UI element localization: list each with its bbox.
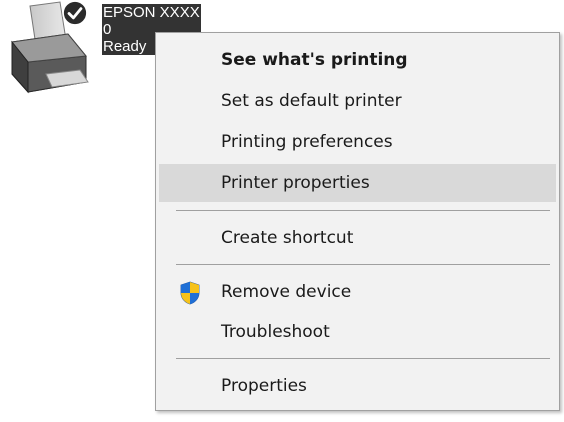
- menu-item-create-shortcut[interactable]: Create shortcut: [159, 219, 556, 257]
- menu-item-label: Printing preferences: [221, 132, 393, 152]
- uac-shield-icon: [180, 281, 200, 305]
- menu-item-printer-properties[interactable]: Printer properties: [159, 164, 556, 202]
- menu-item-label: Troubleshoot: [221, 322, 330, 342]
- menu-separator: [176, 264, 550, 265]
- menu-item-label: Printer properties: [221, 173, 370, 193]
- menu-item-label: Properties: [221, 376, 307, 396]
- menu-separator: [176, 210, 550, 211]
- menu-item-label: See what's printing: [221, 50, 408, 70]
- menu-item-set-default-printer[interactable]: Set as default printer: [159, 82, 556, 120]
- menu-separator: [176, 358, 550, 359]
- menu-item-label: Set as default printer: [221, 91, 402, 111]
- printer-device[interactable]: EPSON XXXX 0 Ready: [6, 0, 201, 110]
- menu-item-troubleshoot[interactable]: Troubleshoot: [159, 313, 556, 351]
- context-menu: See what's printing Set as default print…: [155, 32, 560, 411]
- menu-item-see-whats-printing[interactable]: See what's printing: [159, 41, 556, 79]
- menu-item-printing-preferences[interactable]: Printing preferences: [159, 123, 556, 161]
- menu-item-remove-device[interactable]: Remove device: [159, 273, 556, 311]
- checkmark-circle-icon: [62, 0, 88, 26]
- menu-item-properties[interactable]: Properties: [159, 367, 556, 405]
- menu-item-label: Create shortcut: [221, 228, 354, 248]
- printer-name: EPSON XXXX: [103, 4, 200, 21]
- menu-item-label: Remove device: [221, 282, 352, 302]
